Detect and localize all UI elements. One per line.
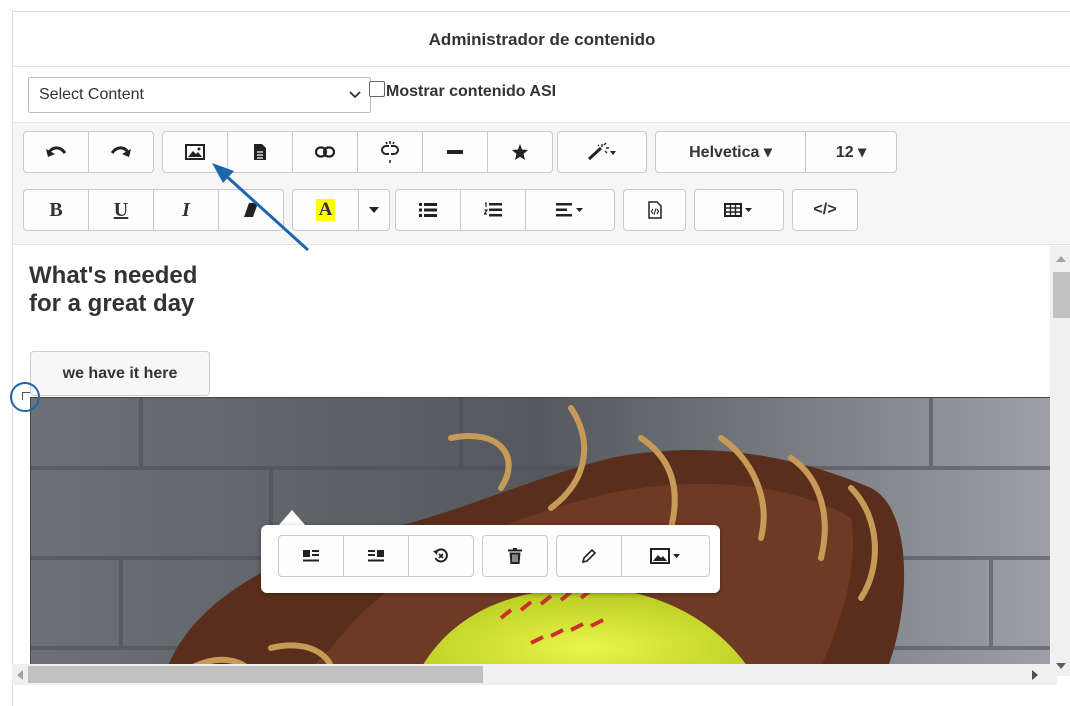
- redo-icon: [110, 146, 131, 157]
- undo-button[interactable]: [23, 131, 89, 173]
- font-family-value: Helvetica ▾: [689, 144, 772, 161]
- image-toolbar-pointer: [278, 510, 306, 526]
- horizontal-scrollbar[interactable]: [12, 664, 1057, 685]
- scroll-down-icon[interactable]: [1056, 663, 1066, 669]
- font-size-dropdown[interactable]: 12 ▾: [805, 131, 897, 173]
- scroll-right-icon[interactable]: [1032, 670, 1038, 680]
- insert-image-button[interactable]: [162, 131, 228, 173]
- redo-button[interactable]: [88, 131, 154, 173]
- asi-toggle[interactable]: Mostrar contenido ASI: [369, 81, 557, 101]
- content-select[interactable]: Select Content: [28, 77, 371, 113]
- unlink-icon: [381, 141, 399, 163]
- table-icon: [724, 203, 752, 217]
- image-delete-button[interactable]: [482, 535, 548, 577]
- annotation-circle: [10, 382, 40, 412]
- align-left-icon: [556, 203, 583, 217]
- highlight-color-dropdown[interactable]: [358, 189, 390, 231]
- vertical-scroll-thumb[interactable]: [1053, 272, 1070, 318]
- content-selector-row: Select Content Mostrar contenido ASI: [13, 67, 1070, 123]
- chevron-down-icon: [348, 78, 362, 124]
- magic-wand-icon: [587, 142, 616, 161]
- numbered-list-button[interactable]: [460, 189, 526, 231]
- special-character-button[interactable]: [487, 131, 553, 173]
- image-icon: [185, 144, 205, 160]
- file-icon: [254, 144, 266, 160]
- code-file-icon: [647, 201, 662, 219]
- content-select-value: Select Content: [39, 86, 144, 103]
- content-heading: What's needed for a great day: [29, 262, 197, 318]
- scroll-left-icon[interactable]: [17, 670, 23, 680]
- magic-format-dropdown[interactable]: [557, 131, 647, 173]
- wrap-left-icon: [303, 550, 319, 562]
- underline-label: U: [113, 198, 129, 221]
- insert-table-dropdown[interactable]: [694, 189, 784, 231]
- numbered-list-icon: [484, 202, 502, 217]
- underline-button[interactable]: U: [88, 189, 154, 231]
- image-icon: [649, 548, 680, 564]
- bulleted-list-icon: [419, 203, 437, 217]
- vertical-scrollbar[interactable]: [1050, 246, 1070, 676]
- scroll-up-icon[interactable]: [1056, 256, 1066, 262]
- wrap-right-icon: [368, 550, 384, 562]
- reset-size-icon: [433, 548, 448, 563]
- font-size-value: 12 ▾: [835, 144, 867, 161]
- heading-line-1: What's needed: [29, 262, 198, 289]
- font-family-dropdown[interactable]: Helvetica ▾: [655, 131, 806, 173]
- highlight-label: A: [315, 199, 336, 221]
- image-toolbar-popup: [261, 525, 720, 593]
- editor-toolbar: Helvetica ▾ 12 ▾ B U I A </>: [13, 123, 1070, 245]
- align-dropdown[interactable]: [525, 189, 615, 231]
- bold-button[interactable]: B: [23, 189, 89, 231]
- highlight-color-button[interactable]: A: [292, 189, 359, 231]
- image-reset-button[interactable]: [408, 535, 474, 577]
- star-icon: [512, 144, 528, 160]
- horizontal-rule-button[interactable]: [422, 131, 488, 173]
- insert-embed-button[interactable]: [623, 189, 686, 231]
- page-title: Administrador de contenido: [13, 12, 1070, 67]
- asi-label: Mostrar contenido ASI: [386, 83, 557, 100]
- insert-link-button[interactable]: [292, 131, 358, 173]
- unlink-button[interactable]: [357, 131, 423, 173]
- image-align-left-button[interactable]: [278, 535, 344, 577]
- cta-button[interactable]: we have it here: [30, 351, 210, 396]
- source-code-button[interactable]: </>: [792, 189, 858, 231]
- eraser-icon: [244, 203, 258, 217]
- italic-button[interactable]: I: [153, 189, 219, 231]
- undo-icon: [46, 146, 67, 157]
- image-replace-dropdown[interactable]: [621, 535, 710, 577]
- italic-label: I: [182, 198, 190, 221]
- editor-canvas[interactable]: What's needed for a great day we have it…: [13, 246, 1051, 676]
- clear-format-button[interactable]: [218, 189, 284, 231]
- horizontal-scroll-thumb[interactable]: [28, 666, 483, 683]
- pencil-icon: [581, 548, 597, 564]
- trash-icon: [508, 548, 522, 564]
- caret-down-icon: [369, 207, 379, 213]
- image-edit-button[interactable]: [556, 535, 622, 577]
- asi-checkbox[interactable]: [369, 81, 385, 97]
- content-manager-panel: Administrador de contenido Select Conten…: [12, 11, 1070, 706]
- bulleted-list-button[interactable]: [395, 189, 461, 231]
- image-align-right-button[interactable]: [343, 535, 409, 577]
- source-code-label: </>: [813, 201, 837, 218]
- link-icon: [315, 146, 335, 158]
- insert-file-button[interactable]: [227, 131, 293, 173]
- minus-icon: [447, 150, 463, 154]
- bold-label: B: [49, 198, 63, 221]
- heading-line-2: for a great day: [29, 290, 195, 317]
